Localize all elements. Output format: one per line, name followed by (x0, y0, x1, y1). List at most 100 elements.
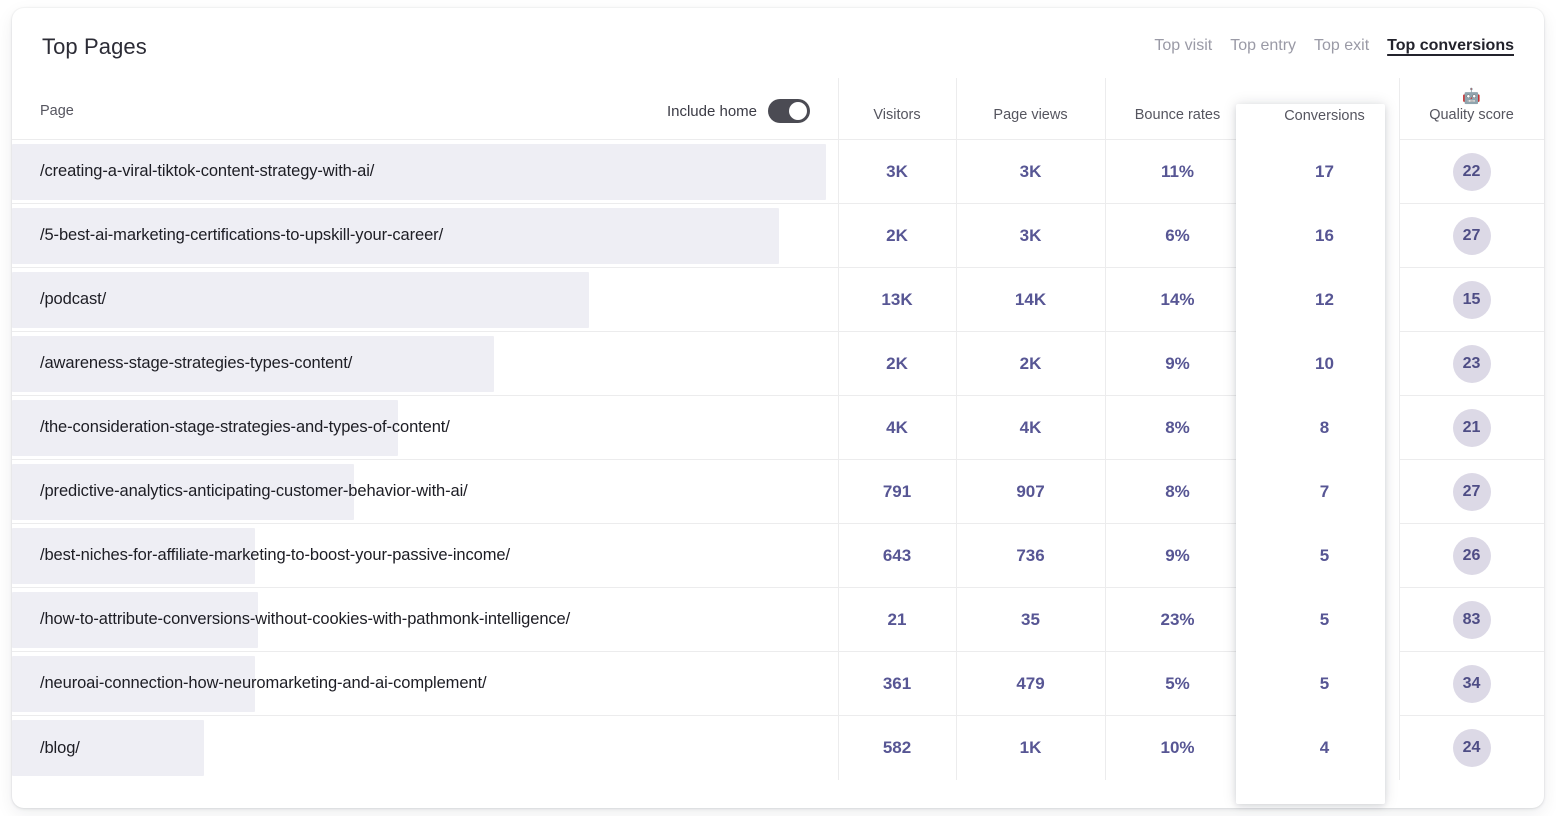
table-row[interactable]: /predictive-analytics-anticipating-custo… (12, 460, 1544, 524)
quality-score-badge: 22 (1453, 153, 1491, 191)
quality-score-badge: 26 (1453, 537, 1491, 575)
table-row[interactable]: /the-consideration-stage-strategies-and-… (12, 396, 1544, 460)
quality-score-badge: 21 (1453, 409, 1491, 447)
quality-score-cell: 83 (1399, 588, 1544, 652)
column-header-bounce-rates[interactable]: Bounce rates (1105, 78, 1250, 140)
quality-score-cell: 34 (1399, 652, 1544, 716)
conversions-cell: 5 (1250, 588, 1399, 652)
table-row[interactable]: /creating-a-viral-tiktok-content-strateg… (12, 140, 1544, 204)
table-row[interactable]: /best-niches-for-affiliate-marketing-to-… (12, 524, 1544, 588)
tab-top-conversions[interactable]: Top conversions (1387, 37, 1514, 57)
page-cell[interactable]: /creating-a-viral-tiktok-content-strateg… (12, 140, 838, 204)
visitors-cell: 2K (838, 204, 956, 268)
table-row[interactable]: /podcast/13K14K14%1215 (12, 268, 1544, 332)
quality-score-cell: 22 (1399, 140, 1544, 204)
page-cell[interactable]: /podcast/ (12, 268, 838, 332)
page-views-cell: 4K (956, 396, 1105, 460)
page-cell[interactable]: /how-to-attribute-conversions-without-co… (12, 588, 838, 652)
quality-score-badge: 34 (1453, 665, 1491, 703)
tab-top-visit[interactable]: Top visit (1154, 37, 1212, 57)
visitors-cell: 582 (838, 716, 956, 780)
quality-score-cell: 21 (1399, 396, 1544, 460)
bounce-rate-cell: 23% (1105, 588, 1250, 652)
page-views-cell: 3K (956, 204, 1105, 268)
page-views-cell: 2K (956, 332, 1105, 396)
quality-score-badge: 83 (1453, 601, 1491, 639)
include-home-switch[interactable] (768, 99, 810, 123)
bounce-rate-cell: 11% (1105, 140, 1250, 204)
quality-score-cell: 15 (1399, 268, 1544, 332)
column-header-page-label: Page (40, 103, 74, 119)
column-header-page[interactable]: Page Include home (12, 78, 838, 140)
page-cell[interactable]: /best-niches-for-affiliate-marketing-to-… (12, 524, 838, 588)
page-path: /the-consideration-stage-strategies-and-… (12, 418, 450, 437)
tab-top-exit[interactable]: Top exit (1314, 37, 1369, 57)
visitors-cell: 21 (838, 588, 956, 652)
page-cell[interactable]: /predictive-analytics-anticipating-custo… (12, 460, 838, 524)
page-cell[interactable]: /awareness-stage-strategies-types-conten… (12, 332, 838, 396)
conversions-cell: 12 (1250, 268, 1399, 332)
page-views-cell: 907 (956, 460, 1105, 524)
visitors-cell: 361 (838, 652, 956, 716)
table-row[interactable]: /5-best-ai-marketing-certifications-to-u… (12, 204, 1544, 268)
quality-score-badge: 23 (1453, 345, 1491, 383)
robot-icon: 🤖 (1462, 90, 1481, 106)
include-home-label: Include home (667, 103, 757, 120)
quality-score-cell: 23 (1399, 332, 1544, 396)
bounce-rate-cell: 10% (1105, 716, 1250, 780)
column-header-quality-score-label: Quality score (1429, 107, 1514, 123)
quality-score-badge: 24 (1453, 729, 1491, 767)
quality-score-badge: 27 (1453, 217, 1491, 255)
quality-score-badge: 27 (1453, 473, 1491, 511)
visitors-cell: 791 (838, 460, 956, 524)
column-header-conversions[interactable]: Conversions (1250, 78, 1399, 140)
switch-knob (789, 102, 807, 120)
quality-score-cell: 24 (1399, 716, 1544, 780)
view-tabs: Top visit Top entry Top exit Top convers… (1154, 37, 1514, 57)
page-cell[interactable]: /the-consideration-stage-strategies-and-… (12, 396, 838, 460)
bounce-rate-cell: 8% (1105, 460, 1250, 524)
quality-score-cell: 27 (1399, 204, 1544, 268)
page-cell[interactable]: /neuroai-connection-how-neuromarketing-a… (12, 652, 838, 716)
card-header: Top Pages Top visit Top entry Top exit T… (12, 8, 1544, 78)
page-path: /best-niches-for-affiliate-marketing-to-… (12, 546, 510, 565)
table-row[interactable]: /neuroai-connection-how-neuromarketing-a… (12, 652, 1544, 716)
top-pages-table: Page Include home Visitors Page views Bo… (12, 78, 1544, 780)
conversions-cell: 17 (1250, 140, 1399, 204)
visitors-cell: 13K (838, 268, 956, 332)
conversions-cell: 10 (1250, 332, 1399, 396)
column-header-page-views[interactable]: Page views (956, 78, 1105, 140)
conversions-cell: 16 (1250, 204, 1399, 268)
column-header-quality-score[interactable]: 🤖 Quality score (1399, 78, 1544, 140)
page-path: /podcast/ (12, 290, 106, 309)
page-views-cell: 479 (956, 652, 1105, 716)
table-row[interactable]: /how-to-attribute-conversions-without-co… (12, 588, 1544, 652)
page-cell[interactable]: /blog/ (12, 716, 838, 780)
include-home-toggle-group[interactable]: Include home (667, 99, 810, 123)
tab-top-entry[interactable]: Top entry (1230, 37, 1296, 57)
visitors-cell: 643 (838, 524, 956, 588)
column-header-visitors[interactable]: Visitors (838, 78, 956, 140)
page-path: /blog/ (12, 739, 80, 758)
page-views-cell: 3K (956, 140, 1105, 204)
visitors-cell: 4K (838, 396, 956, 460)
visitors-cell: 2K (838, 332, 956, 396)
bounce-rate-cell: 6% (1105, 204, 1250, 268)
visitors-cell: 3K (838, 140, 956, 204)
page-path: /predictive-analytics-anticipating-custo… (12, 482, 468, 501)
top-pages-card: Top Pages Top visit Top entry Top exit T… (12, 8, 1544, 808)
bounce-rate-cell: 8% (1105, 396, 1250, 460)
conversions-cell: 7 (1250, 460, 1399, 524)
conversions-cell: 5 (1250, 652, 1399, 716)
page-title: Top Pages (42, 34, 147, 60)
conversions-cell: 8 (1250, 396, 1399, 460)
table-row[interactable]: /awareness-stage-strategies-types-conten… (12, 332, 1544, 396)
page-cell[interactable]: /5-best-ai-marketing-certifications-to-u… (12, 204, 838, 268)
conversions-cell: 4 (1250, 716, 1399, 780)
page-path: /how-to-attribute-conversions-without-co… (12, 610, 570, 629)
screen-root: Top Pages Top visit Top entry Top exit T… (0, 0, 1556, 816)
page-views-cell: 1K (956, 716, 1105, 780)
quality-score-cell: 26 (1399, 524, 1544, 588)
bounce-rate-cell: 9% (1105, 332, 1250, 396)
table-row[interactable]: /blog/5821K10%4 24 (12, 716, 1544, 780)
